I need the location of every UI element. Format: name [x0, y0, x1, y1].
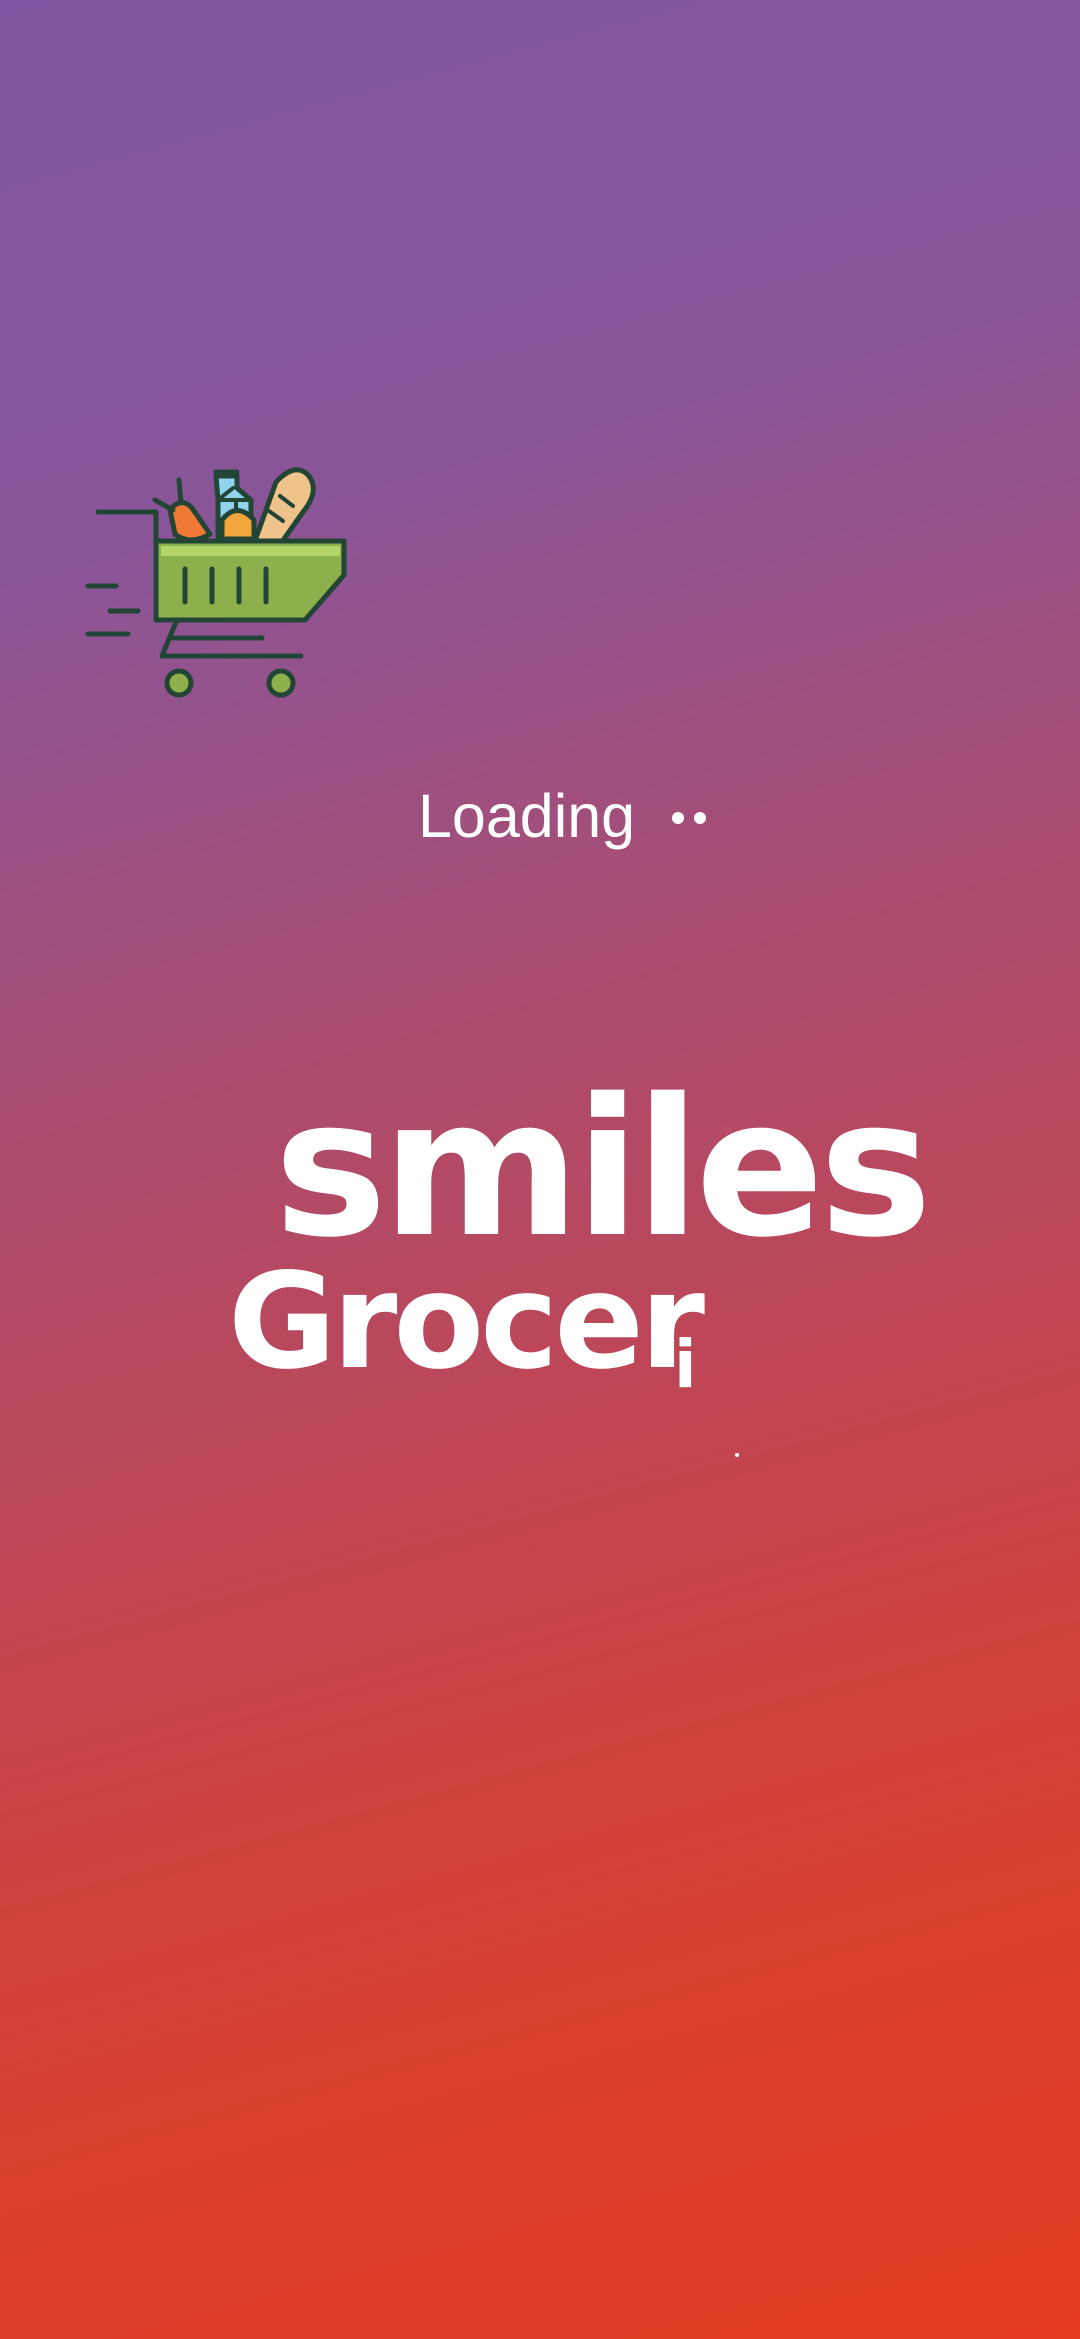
- loading-dots: [672, 812, 716, 826]
- loading-dot: [694, 812, 706, 824]
- shopping-cart-icon: [85, 467, 347, 698]
- brand-name-smiles: smiles: [274, 1058, 932, 1279]
- loading-indicator: Loading: [418, 780, 738, 852]
- loading-dot: [672, 812, 684, 824]
- splash-screen: Loading smiles Grocer i: [0, 0, 1080, 2339]
- brand-dot: [735, 1453, 739, 1457]
- brand-name-tail: i: [674, 1326, 697, 1403]
- brand-logo: smiles Grocer i: [218, 1074, 932, 1457]
- loading-label: Loading: [418, 782, 636, 850]
- brand-name-grocer: Grocer: [228, 1245, 705, 1399]
